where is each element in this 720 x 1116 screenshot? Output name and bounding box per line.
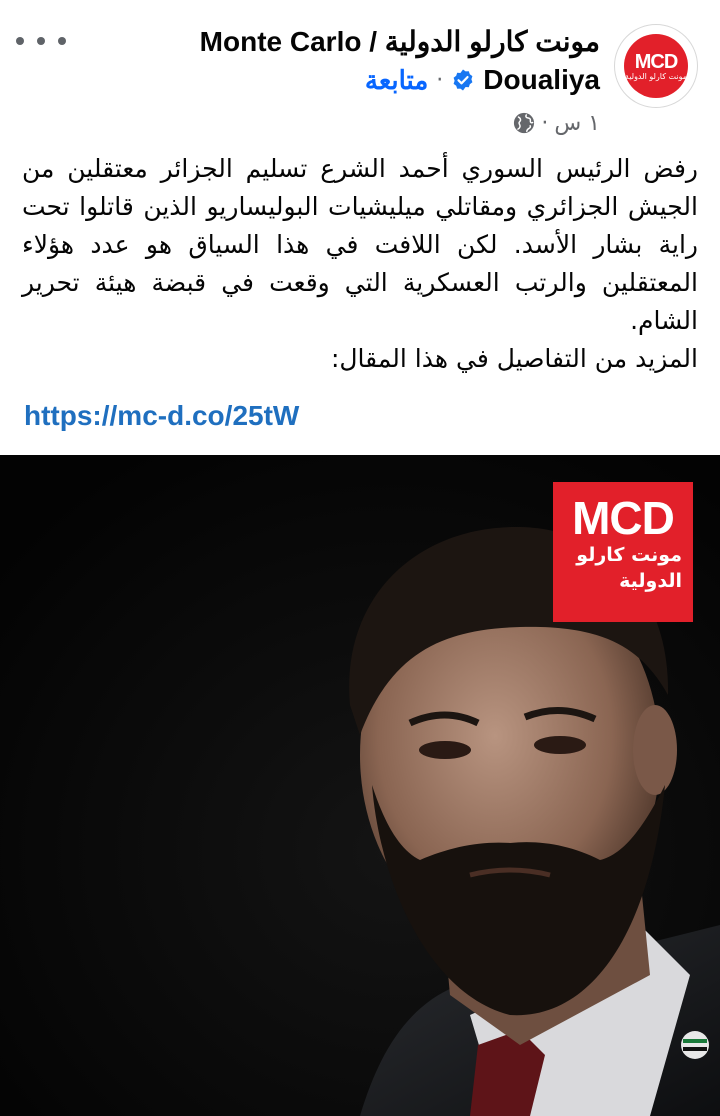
mcd-watermark-logo: MCD مونت كارلو الدولية (553, 482, 693, 622)
page-name-row: Doualiya · متابعة (365, 60, 600, 100)
meta-separator: · (541, 110, 549, 136)
article-link[interactable]: https://mc-d.co/25tW (24, 396, 299, 436)
avatar-logo-text: MCD (634, 50, 679, 73)
globe-icon[interactable] (513, 112, 535, 134)
post-paragraph: رفض الرئيس السوري أحمد الشرع تسليم الجزا… (22, 154, 698, 335)
badge-line2: الدولية (619, 570, 682, 592)
mcd-logo: MCD مونت كارلو الدولية (624, 34, 688, 98)
more-options-button[interactable] (16, 26, 66, 56)
page-name-continued[interactable]: Doualiya (483, 64, 600, 96)
post-meta: ١ س · (513, 108, 600, 138)
post-more-details: المزيد من التفاصيل في هذا المقال: (330, 344, 698, 373)
more-options-icon (16, 37, 24, 45)
badge-logo-text: MCD (572, 492, 675, 544)
post-header: MCD مونت كارلو الدولية مونت كارلو الدولي… (0, 0, 720, 150)
badge-line1: مونت كارلو (576, 544, 682, 566)
post-body-text: رفض الرئيس السوري أحمد الشرع تسليم الجزا… (22, 150, 698, 378)
page-avatar[interactable]: MCD مونت كارلو الدولية (614, 24, 698, 108)
more-options-dot (37, 37, 45, 45)
verified-badge-icon (453, 69, 473, 91)
separator-dot: · (436, 67, 444, 93)
facebook-post: MCD مونت كارلو الدولية مونت كارلو الدولي… (0, 0, 720, 1116)
timestamp[interactable]: ١ س (554, 111, 600, 136)
avatar-logo-subtext: مونت كارلو الدولية (624, 71, 688, 81)
post-photo[interactable]: MCD مونت كارلو الدولية (0, 455, 720, 1116)
follow-button[interactable]: متابعة (365, 65, 428, 96)
more-options-dot (58, 37, 66, 45)
page-name[interactable]: مونت كارلو الدولية / Monte Carlo (200, 22, 600, 62)
